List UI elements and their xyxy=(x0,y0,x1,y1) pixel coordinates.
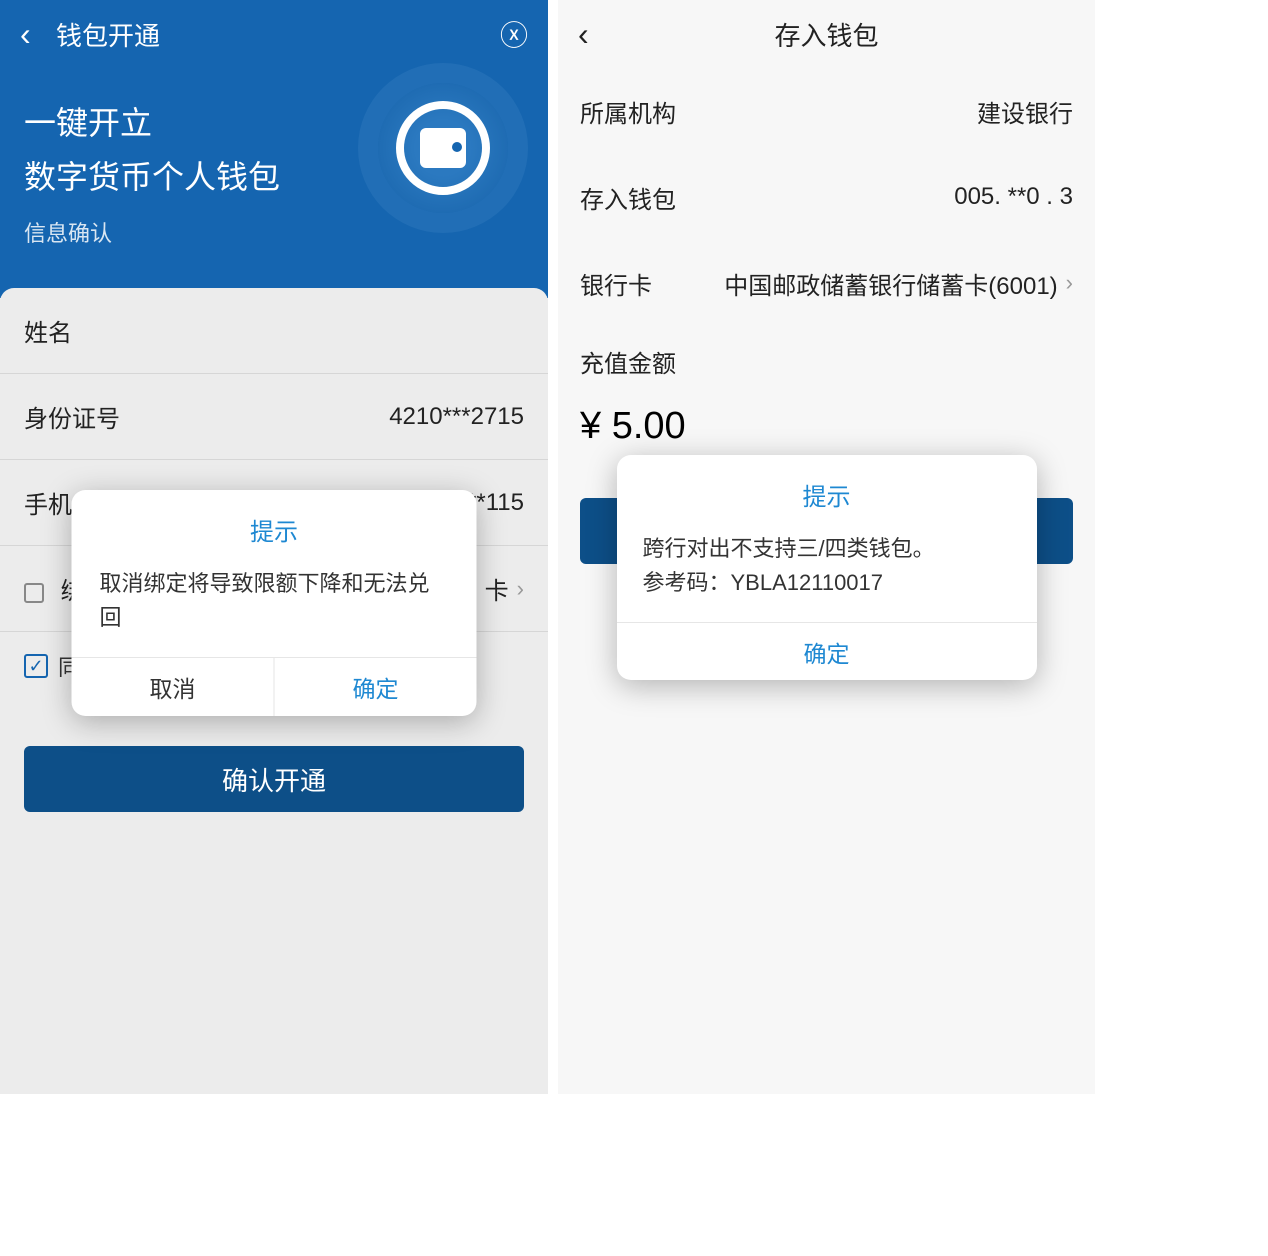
row-id[interactable]: 身份证号 4210***2715 xyxy=(0,374,548,460)
wallet-value: 005. **0 . 3 xyxy=(720,183,1073,211)
name-label: 姓名 xyxy=(24,313,164,348)
row-name[interactable]: 姓名 xyxy=(0,288,548,374)
id-label: 身份证号 xyxy=(24,399,164,434)
dialog-ok-button[interactable]: 确定 xyxy=(275,658,477,716)
nav-title: 存入钱包 xyxy=(606,16,1075,53)
dialog-ok-button[interactable]: 确定 xyxy=(617,622,1037,680)
left-screenshot: ‹ 钱包开通 ⓧ 一键开立 数字货币个人钱包 信息确认 姓名 身份证号 4210… xyxy=(0,0,548,1094)
wallet-label: 存入钱包 xyxy=(580,180,720,215)
nav-bar: ‹ 钱包开通 ⓧ xyxy=(0,0,548,68)
row-bankcard[interactable]: 银行卡 中国邮政储蓄银行储蓄卡(6001) › xyxy=(558,240,1095,326)
bankcard-value: 中国邮政储蓄银行储蓄卡(6001) xyxy=(720,266,1058,301)
row-org: 所属机构 建设银行 xyxy=(558,68,1095,154)
back-icon[interactable]: ‹ xyxy=(578,16,606,53)
org-label: 所属机构 xyxy=(580,94,720,129)
org-value: 建设银行 xyxy=(720,94,1073,129)
wallet-badge-icon xyxy=(378,83,508,213)
dialog-cancel-button[interactable]: 取消 xyxy=(72,658,275,716)
chevron-right-icon: › xyxy=(1066,270,1073,296)
amount-label: 充值金额 xyxy=(558,326,1095,387)
chevron-right-icon: › xyxy=(517,576,524,602)
dialog-message: 跨行对出不支持三/四类钱包。 参考码：YBLA12110017 xyxy=(617,526,1037,622)
back-icon[interactable]: ‹ xyxy=(20,18,48,50)
id-value: 4210***2715 xyxy=(164,403,524,431)
checkbox-icon[interactable]: ✓ xyxy=(24,654,48,678)
right-screenshot: ‹ 存入钱包 所属机构 建设银行 存入钱包 005. **0 . 3 银行卡 中… xyxy=(558,0,1095,1094)
nav-bar: ‹ 存入钱包 xyxy=(558,0,1095,68)
hero-sub: 信息确认 xyxy=(24,216,524,248)
right-dialog: 提示 跨行对出不支持三/四类钱包。 参考码：YBLA12110017 确定 xyxy=(617,455,1037,680)
dialog-title: 提示 xyxy=(72,490,477,561)
close-icon[interactable]: ⓧ xyxy=(496,14,528,54)
row-wallet[interactable]: 存入钱包 005. **0 . 3 xyxy=(558,154,1095,240)
confirm-open-button[interactable]: 确认开通 xyxy=(24,746,524,812)
hero-banner: 一键开立 数字货币个人钱包 信息确认 xyxy=(0,68,548,298)
nav-title: 钱包开通 xyxy=(48,16,496,53)
dialog-message: 取消绑定将导致限额下降和无法兑回 xyxy=(72,561,477,658)
left-dialog: 提示 取消绑定将导致限额下降和无法兑回 取消 确定 xyxy=(72,490,477,716)
dialog-title: 提示 xyxy=(617,455,1037,526)
bankcard-label: 银行卡 xyxy=(580,266,720,301)
